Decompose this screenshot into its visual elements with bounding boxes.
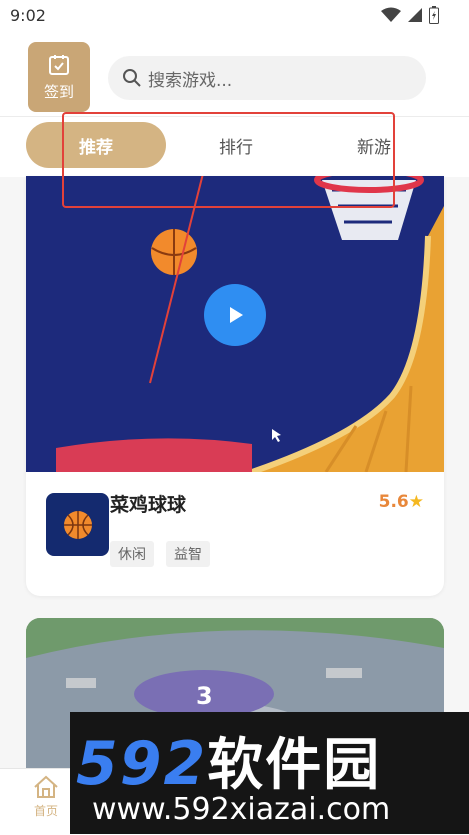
rating-value: 5.6	[378, 492, 409, 512]
search-icon	[123, 69, 141, 87]
nav-home-label: 首页	[33, 804, 58, 818]
search-input[interactable]: 搜索游戏...	[108, 56, 426, 100]
wifi-icon	[381, 7, 401, 22]
basketball-icon	[63, 510, 92, 539]
play-button[interactable]	[204, 284, 266, 346]
calendar-check-icon	[49, 54, 69, 75]
nav-home[interactable]: 首页	[22, 775, 70, 819]
home-icon	[34, 775, 58, 798]
signin-button[interactable]: 签到	[28, 42, 90, 112]
tab-recommend[interactable]: 推荐	[26, 122, 166, 168]
battery-icon	[429, 6, 439, 24]
svg-text:3: 3	[196, 682, 213, 710]
tab-ranking[interactable]: 排行	[196, 122, 276, 168]
game-rating: 5.6★	[379, 492, 424, 512]
category-tabs: 推荐 排行 新游	[0, 116, 469, 177]
watermark-url: www.592xiazai.com	[92, 792, 391, 827]
tab-new-games[interactable]: 新游	[336, 122, 412, 168]
watermark-banner: 592软件园 www.592xiazai.com	[70, 712, 469, 834]
tag-casual[interactable]: 休闲	[110, 541, 154, 567]
signin-label: 签到	[43, 82, 74, 101]
game-title[interactable]: 菜鸡球球	[110, 490, 186, 517]
star-icon: ★	[408, 492, 424, 512]
watermark-brand: 592软件园	[76, 720, 381, 801]
game-app-icon[interactable]	[46, 493, 109, 556]
game-card[interactable]: 菜鸡球球 5.6★ 休闲 益智	[26, 176, 444, 596]
signal-icon	[408, 8, 422, 22]
play-icon	[230, 307, 243, 323]
watermark-brand-cn: 软件园	[207, 733, 382, 798]
tag-puzzle[interactable]: 益智	[166, 541, 210, 567]
status-bar: 9:02	[0, 0, 469, 32]
app-header: 签到 搜索游戏...	[0, 32, 469, 116]
watermark-digits: 592	[76, 729, 208, 799]
search-placeholder: 搜索游戏...	[148, 70, 233, 91]
status-time: 9:02	[10, 6, 46, 25]
status-icons	[381, 6, 439, 24]
